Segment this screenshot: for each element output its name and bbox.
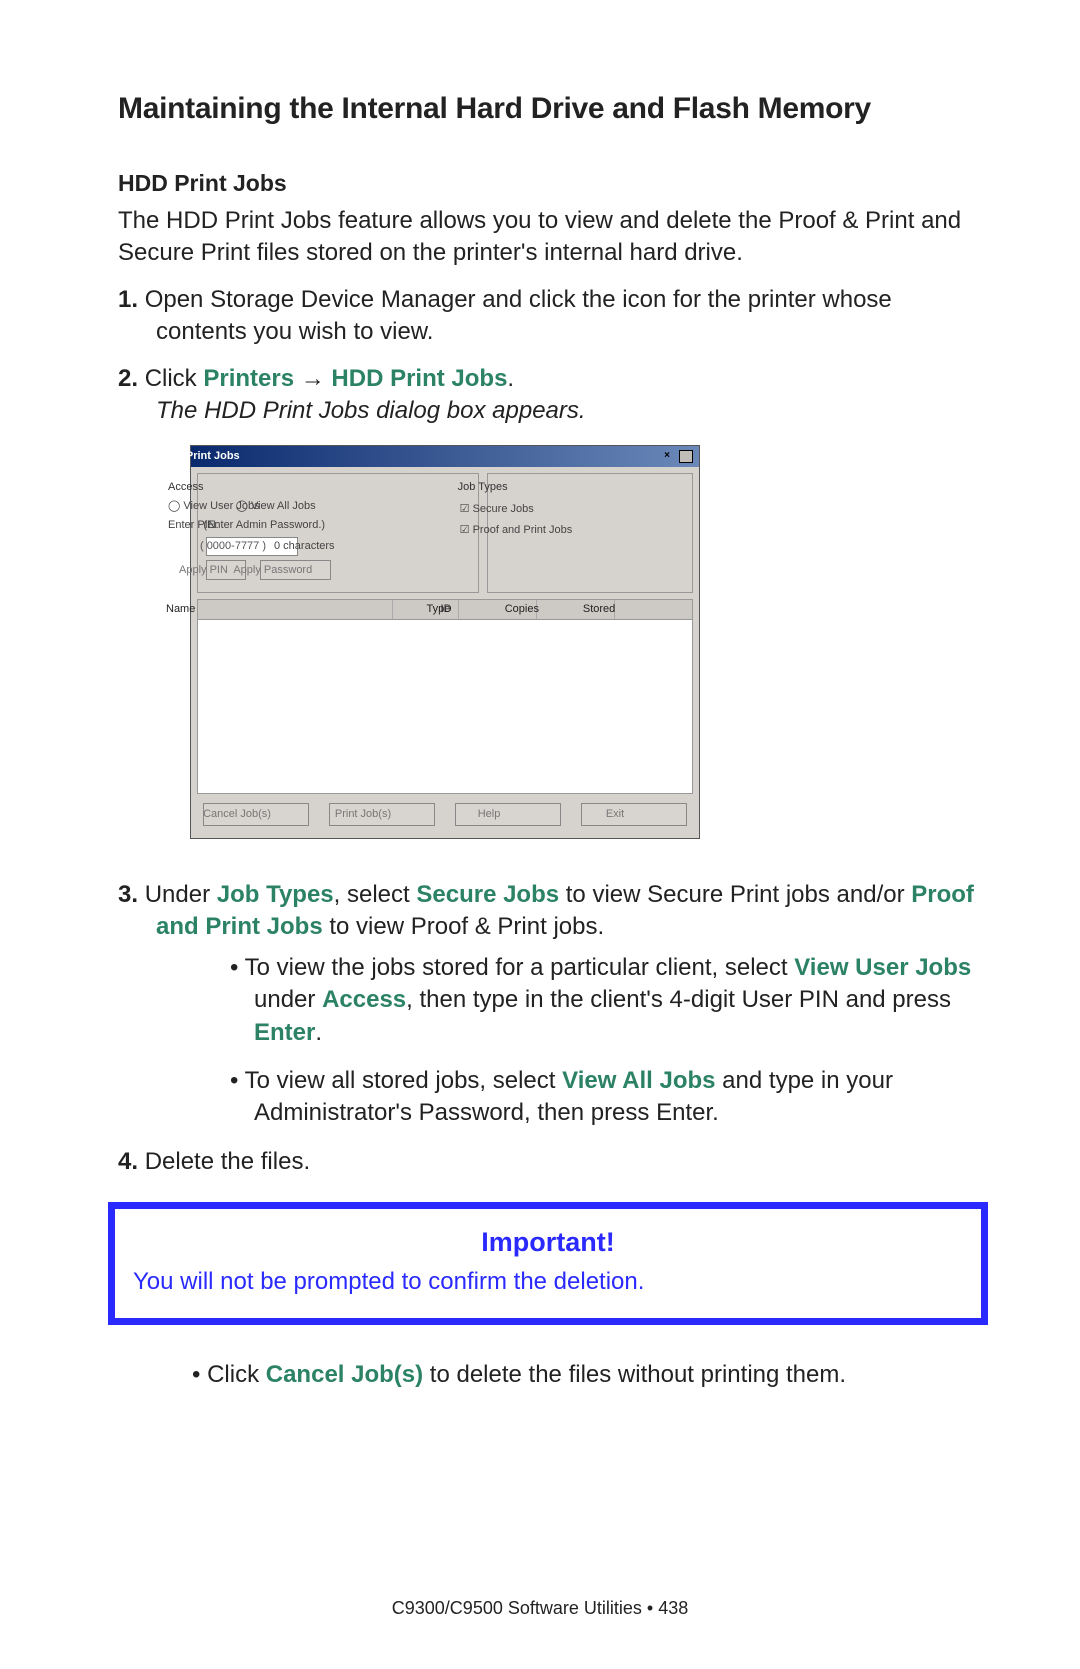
col-stored: Stored xyxy=(615,600,692,619)
step-3-txt4: to view Proof & Print jobs. xyxy=(323,913,604,940)
step-3-txt3: to view Secure Print jobs and/or xyxy=(559,881,911,908)
bullet-vaj-term: View All Jobs xyxy=(562,1067,715,1094)
intro-paragraph: The HDD Print Jobs feature allows you to… xyxy=(118,205,984,270)
section-heading-hdd: HDD Print Jobs xyxy=(118,170,984,197)
important-text: You will not be prompted to confirm the … xyxy=(133,1268,963,1296)
checkbox-secure-jobs: ☑ Secure Jobs xyxy=(496,499,684,520)
jobtypes-fieldset: Job Types ☑ Secure Jobs ☑ Proof and Prin… xyxy=(487,473,693,593)
bullet-vu-term: View User Jobs xyxy=(794,954,971,981)
chars-label: 0 characters xyxy=(312,539,363,554)
step-4-text: Delete the files. xyxy=(145,1148,310,1175)
jobs-list-header: Name ID Type Copies Stored xyxy=(197,599,693,619)
access-legend: Access xyxy=(206,480,470,495)
print-jobs-button: Print Job(s) xyxy=(329,803,435,826)
important-title: Important! xyxy=(133,1227,963,1258)
step-3: 3. Under Job Types, select Secure Jobs t… xyxy=(118,879,984,1130)
step-3-txt1: Under xyxy=(145,881,217,908)
step-3-jobtypes: Job Types xyxy=(217,881,334,908)
radio-view-all: ◯ View All Jobs xyxy=(274,499,316,514)
step-2-printers: Printers xyxy=(203,365,294,392)
step-3-secure: Secure Jobs xyxy=(416,881,559,908)
col-name: Name xyxy=(198,600,393,619)
access-fieldset: Access ◯ View User Jobs ◯ View All Jobs … xyxy=(197,473,479,593)
bullet-view-user-jobs: To view the jobs stored for a particular… xyxy=(230,952,984,1049)
page-title: Maintaining the Internal Hard Drive and … xyxy=(118,92,984,126)
cancel-jobs-button: Cancel Job(s) xyxy=(203,803,309,826)
dialog-screenshot: HDD Print Jobs × Access ◯ View User Jobs… xyxy=(190,445,984,839)
exit-button: Exit xyxy=(581,803,687,826)
step-2-hdd: HDD Print Jobs xyxy=(331,365,507,392)
cancel-jobs-term: Cancel Job(s) xyxy=(266,1361,423,1388)
step-2-result: The HDD Print Jobs dialog box appears. xyxy=(156,397,586,424)
checkbox-proof-jobs: ☑ Proof and Print Jobs xyxy=(496,520,684,541)
dialog-title-text: HDD Print Jobs xyxy=(197,449,240,464)
step-1: 1. Open Storage Device Manager and click… xyxy=(118,284,984,349)
step-2-arrow: → xyxy=(294,365,331,392)
step-2-click: Click xyxy=(145,365,204,392)
apply-password-button: Apply Password xyxy=(260,560,330,581)
step-2-period: . xyxy=(507,365,514,392)
dialog-titlebar: HDD Print Jobs × xyxy=(191,446,699,467)
step-2: 2. Click Printers → HDD Print Jobs. The … xyxy=(118,363,984,840)
jobs-list-area xyxy=(197,619,693,794)
important-callout: Important! You will not be prompted to c… xyxy=(108,1202,988,1325)
bullet-view-all-jobs: To view all stored jobs, select View All… xyxy=(230,1065,984,1130)
jobtypes-legend: Job Types xyxy=(496,480,684,495)
bullet-cancel-jobs: Click Cancel Job(s) to delete the files … xyxy=(192,1359,984,1391)
page-footer: C9300/C9500 Software Utilities • 438 xyxy=(0,1598,1080,1619)
step-3-txt2: , select xyxy=(334,881,417,908)
step-1-text: Open Storage Device Manager and click th… xyxy=(145,286,892,345)
step-4: 4. Delete the files. xyxy=(118,1146,984,1178)
close-icon: × xyxy=(679,450,693,463)
enter-admin-label: (Enter Admin Password.) xyxy=(241,518,325,533)
help-button: Help xyxy=(455,803,561,826)
bullet-access-term: Access xyxy=(322,986,406,1013)
bullet-enter-term: Enter xyxy=(254,1019,315,1046)
